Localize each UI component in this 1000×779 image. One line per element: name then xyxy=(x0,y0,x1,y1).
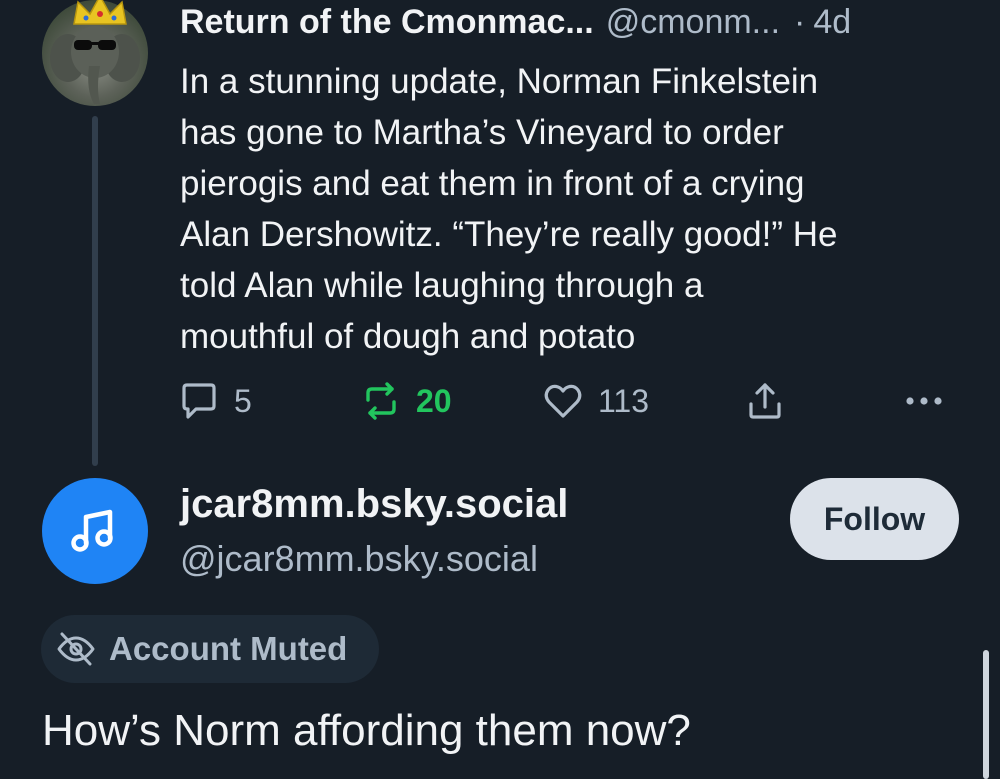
post-text-line: has gone to Martha’s Vineyard to order xyxy=(180,113,784,152)
like-button[interactable]: 113 xyxy=(542,378,649,424)
share-button[interactable] xyxy=(744,378,786,424)
post-text-line: mouthful of dough and potato xyxy=(180,317,636,356)
post-text-line: Alan Dershowitz. “They’re really good!” … xyxy=(180,215,838,254)
post-text: In a stunning update, Norman Finkelstein… xyxy=(180,56,970,362)
reply-icon xyxy=(182,383,216,419)
heart-icon xyxy=(544,384,582,418)
post-actions: 5 20 113 xyxy=(178,378,968,424)
like-count: 113 xyxy=(598,382,650,419)
scrollbar[interactable] xyxy=(983,650,989,779)
crown-icon xyxy=(73,0,127,25)
thread-connector-line xyxy=(92,116,98,466)
post-timestamp[interactable]: 4d xyxy=(813,3,851,42)
separator-dot: · xyxy=(794,2,806,41)
author-avatar[interactable] xyxy=(42,478,148,584)
author-name[interactable]: jcar8mm.bsky.social xyxy=(180,482,568,527)
reply-button[interactable]: 5 xyxy=(178,378,252,424)
ellipsis-icon xyxy=(906,397,942,405)
more-options-button[interactable] xyxy=(902,378,946,424)
reply-count: 5 xyxy=(234,382,252,419)
author-handle[interactable]: @cmonm... xyxy=(606,3,780,42)
eye-slash-icon xyxy=(57,632,95,666)
repost-count: 20 xyxy=(416,382,452,419)
thread-view: Return of the Cmonmac... @cmonm... · 4d … xyxy=(0,0,1000,779)
account-muted-badge[interactable]: Account Muted xyxy=(41,615,379,683)
post-text: How’s Norm affording them now? xyxy=(42,706,691,755)
post-header: Return of the Cmonmac... @cmonm... · 4d xyxy=(180,0,851,44)
author-avatar[interactable] xyxy=(42,0,148,106)
repost-icon xyxy=(366,382,396,420)
author-name[interactable]: Return of the Cmonmac... xyxy=(180,3,594,42)
post-text-line: pierogis and eat them in front of a cryi… xyxy=(180,164,805,203)
author-handle[interactable]: @jcar8mm.bsky.social xyxy=(180,538,538,580)
follow-button[interactable]: Follow xyxy=(790,478,959,560)
music-note-icon xyxy=(71,509,113,552)
post-text-line: In a stunning update, Norman Finkelstein xyxy=(180,62,819,101)
post-text-line: told Alan while laughing through a xyxy=(180,266,704,305)
repost-button[interactable]: 20 xyxy=(360,378,452,424)
share-icon xyxy=(749,383,781,419)
muted-label: Account Muted xyxy=(109,630,348,667)
